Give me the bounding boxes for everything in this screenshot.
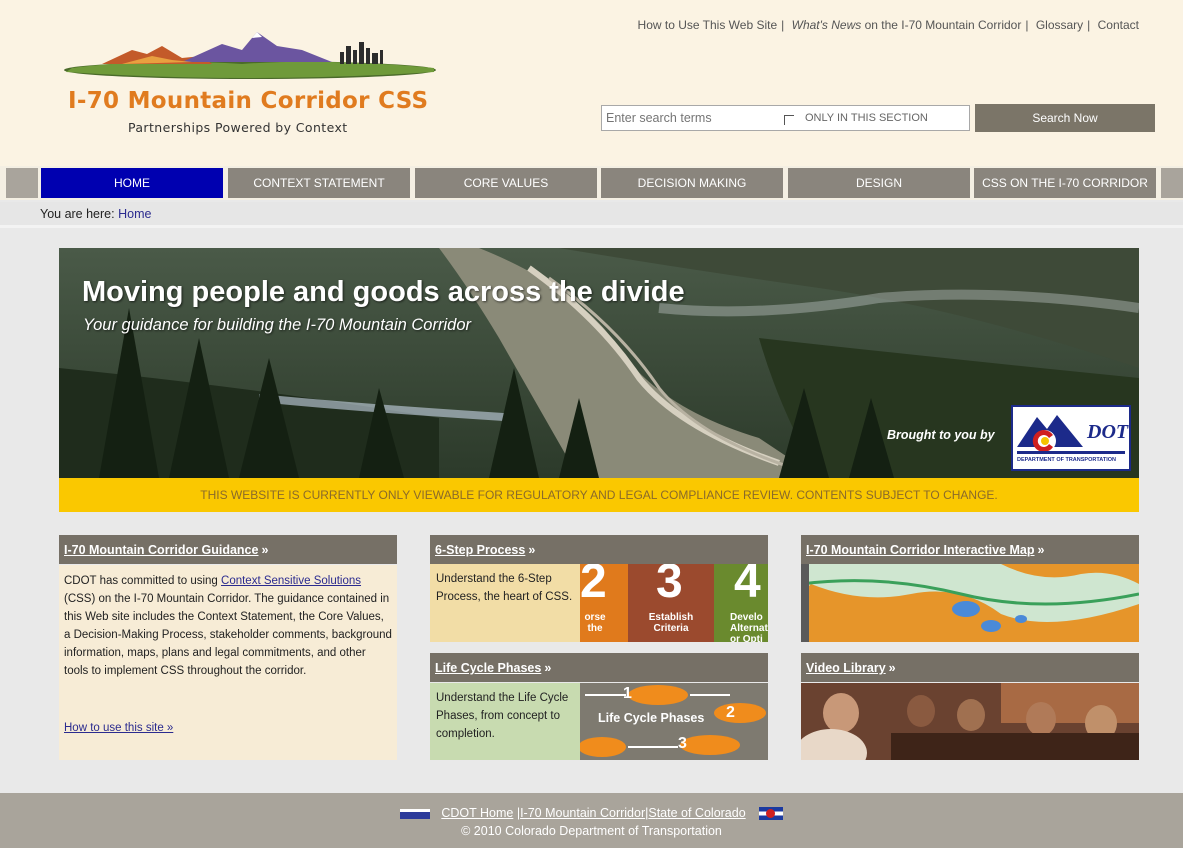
nav-edge-right <box>1161 168 1183 198</box>
video-library-thumbnail[interactable] <box>801 683 1139 760</box>
glossary-link[interactable]: Glossary <box>1036 18 1083 32</box>
guidance-panel-body: CDOT has committed to using Context Sens… <box>59 565 397 760</box>
video-thumbnail-graphic <box>801 683 1139 760</box>
footer-state-link[interactable]: State of Colorado <box>648 806 745 820</box>
main-nav: HOME CONTEXT STATEMENT CORE VALUES DECIS… <box>0 166 1183 200</box>
whats-news-link[interactable]: What's News on the I-70 Mountain Corrido… <box>792 18 1022 32</box>
life-cycle-text: Understand the Life Cycle Phases, from c… <box>430 683 580 760</box>
separator: | <box>1025 18 1029 32</box>
how-to-use-site-link[interactable]: How to use this site » <box>64 719 173 737</box>
site-title[interactable]: I-70 Mountain Corridor CSS <box>68 88 428 114</box>
how-to-use-link[interactable]: How to Use This Web Site <box>638 18 778 32</box>
utility-nav: How to Use This Web Site | What's News on… <box>638 18 1139 32</box>
phase-3-number: 3 <box>678 735 687 752</box>
guidance-text-1: CDOT has committed to using <box>64 575 222 587</box>
breadcrumb: You are here: Home <box>0 202 1183 228</box>
search-box: ONLY IN THIS SECTION <box>601 105 970 131</box>
step-2-block: 2 orse the <box>580 564 628 642</box>
tab-decision-making[interactable]: DECISION MAKING <box>601 168 783 198</box>
six-step-panel-title[interactable]: 6-Step Process <box>435 543 525 557</box>
hero-banner: Moving people and goods across the divid… <box>59 248 1139 478</box>
video-panel-title[interactable]: Video Library <box>806 661 886 675</box>
nav-edge-left <box>6 168 38 198</box>
step-2-number: 2 <box>580 564 607 608</box>
hero-title: Moving people and goods across the divid… <box>82 276 685 308</box>
search-button[interactable]: Search Now <box>975 104 1155 132</box>
step-3-block: 3 Establish Criteria <box>628 564 714 642</box>
search-input[interactable] <box>606 109 776 127</box>
cdot-logo[interactable]: DOT DEPARTMENT OF TRANSPORTATION <box>1011 405 1131 471</box>
map-thumbnail-graphic <box>801 564 1139 642</box>
step-4-block: 4 Develo Alternati or Opti <box>714 564 768 642</box>
breadcrumb-prefix: You are here: <box>40 207 115 221</box>
contact-link[interactable]: Contact <box>1098 18 1139 32</box>
video-arrow: » <box>888 661 896 675</box>
guidance-panel-header[interactable]: I-70 Mountain Corridor Guidance» <box>59 535 397 564</box>
whats-news-suffix: on the I-70 Mountain Corridor <box>861 18 1022 32</box>
cdot-logo-caption: DEPARTMENT OF TRANSPORTATION <box>1017 457 1116 463</box>
six-step-text: Understand the 6-Step Process, the heart… <box>430 564 580 642</box>
phase-2-number: 2 <box>726 704 735 721</box>
step-4-label: Develo Alternati or Opti <box>730 612 768 642</box>
life-cycle-arrow: » <box>544 661 552 675</box>
map-arrow: » <box>1037 543 1045 557</box>
life-cycle-panel-title[interactable]: Life Cycle Phases <box>435 661 541 675</box>
colorado-flag-icon <box>759 807 784 821</box>
hero-subtitle: Your guidance for building the I-70 Moun… <box>83 316 471 334</box>
site-header: I-70 Mountain Corridor CSS Partnerships … <box>0 0 1183 166</box>
brought-by-label: Brought to you by <box>887 428 995 442</box>
css-inline-link[interactable]: Context Sensitive Solutions <box>221 575 361 587</box>
phase-1-number: 1 <box>623 685 632 702</box>
mountain-logo-icon[interactable] <box>62 28 438 86</box>
six-step-panel-header[interactable]: 6-Step Process» <box>430 535 768 564</box>
map-panel-title[interactable]: I-70 Mountain Corridor Interactive Map <box>806 543 1035 557</box>
step-3-number: 3 <box>656 564 683 608</box>
tab-core-values[interactable]: CORE VALUES <box>415 168 597 198</box>
compliance-notice: THIS WEBSITE IS CURRENTLY ONLY VIEWABLE … <box>59 478 1139 512</box>
footer-corridor-link[interactable]: I-70 Mountain Corridor <box>520 806 645 820</box>
guidance-panel-title[interactable]: I-70 Mountain Corridor Guidance <box>64 543 258 557</box>
flag-c-emblem <box>766 809 776 819</box>
section-only-label: ONLY IN THIS SECTION <box>805 112 928 124</box>
whats-news-label: What's News <box>791 18 862 32</box>
life-cycle-graphic[interactable]: 1 2 3 Life Cycle Phases <box>580 683 768 760</box>
section-only-checkbox[interactable] <box>784 115 794 125</box>
footer-links: CDOT Home |I-70 Mountain Corridor|State … <box>0 806 1183 821</box>
tab-context-statement[interactable]: CONTEXT STATEMENT <box>228 168 410 198</box>
breadcrumb-home-link[interactable]: Home <box>118 207 151 221</box>
tab-design[interactable]: DESIGN <box>788 168 970 198</box>
footer-cdot-home-link[interactable]: CDOT Home <box>441 806 513 820</box>
tab-home[interactable]: HOME <box>41 168 223 198</box>
life-cycle-diagram-title: Life Cycle Phases <box>598 711 705 725</box>
separator: | <box>781 18 785 32</box>
site-footer: CDOT Home |I-70 Mountain Corridor|State … <box>0 793 1183 848</box>
site-tagline: Partnerships Powered by Context <box>128 120 348 135</box>
cdot-small-logo-icon <box>399 808 430 819</box>
six-step-graphic[interactable]: 2 orse the 3 Establish Criteria 4 Develo… <box>580 564 768 642</box>
six-step-arrow: » <box>528 543 536 557</box>
tab-css-on-corridor[interactable]: CSS ON THE I-70 CORRIDOR <box>974 168 1156 198</box>
step-4-number: 4 <box>734 564 761 608</box>
life-cycle-panel-header[interactable]: Life Cycle Phases» <box>430 653 768 682</box>
step-3-label: Establish Criteria <box>648 612 694 634</box>
video-panel-header[interactable]: Video Library» <box>801 653 1139 682</box>
map-panel-header[interactable]: I-70 Mountain Corridor Interactive Map» <box>801 535 1139 564</box>
guidance-text-2: (CSS) on the I-70 Mountain Corridor. The… <box>64 593 392 677</box>
step-2-label: orse the <box>584 612 606 634</box>
cdot-logo-text: DOT <box>1087 421 1129 443</box>
separator: | <box>1087 18 1091 32</box>
interactive-map-thumbnail[interactable] <box>801 564 1139 642</box>
guidance-arrow: » <box>261 543 269 557</box>
copyright-text: © 2010 Colorado Department of Transporta… <box>461 824 722 838</box>
